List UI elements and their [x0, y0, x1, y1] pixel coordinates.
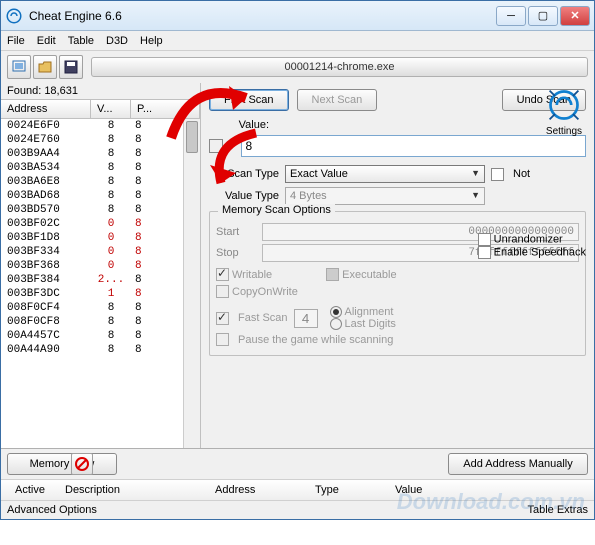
- found-bar: Found: 18,631: [1, 83, 200, 99]
- col-description[interactable]: Description: [57, 482, 207, 498]
- table-row[interactable]: 003BD57088: [1, 203, 200, 217]
- alignment-radio[interactable]: [330, 306, 342, 318]
- table-row[interactable]: 003BA53488: [1, 161, 200, 175]
- col-type[interactable]: Type: [307, 482, 387, 498]
- window-title: Cheat Engine 6.6: [29, 9, 496, 23]
- results-header: Address V... P...: [1, 99, 200, 119]
- pause-label: Pause the game while scanning: [238, 334, 393, 346]
- table-row[interactable]: 003BF36808: [1, 259, 200, 273]
- table-row[interactable]: 0024E76088: [1, 133, 200, 147]
- bottom-pane: Memory view Add Address Manually Active …: [1, 448, 594, 519]
- scan-type-label: Scan Type: [209, 168, 279, 180]
- col-value[interactable]: V...: [91, 100, 131, 118]
- menu-d3d[interactable]: D3D: [106, 35, 128, 47]
- col-address2[interactable]: Address: [207, 482, 307, 498]
- lastdigits-radio[interactable]: [330, 318, 342, 330]
- writable-checkbox[interactable]: [216, 268, 229, 281]
- scrollbar[interactable]: [183, 119, 200, 448]
- unrandomizer-checkbox[interactable]: [478, 233, 491, 246]
- value-label: Value:: [209, 119, 269, 131]
- open-button[interactable]: [33, 55, 57, 79]
- col-active[interactable]: Active: [7, 482, 57, 498]
- add-address-button[interactable]: Add Address Manually: [448, 453, 588, 475]
- value-type-label: Value Type: [209, 190, 279, 202]
- col-address[interactable]: Address: [1, 100, 91, 118]
- titlebar: Cheat Engine 6.6 ─ ▢ ✕: [1, 1, 594, 31]
- close-button[interactable]: ✕: [560, 6, 590, 26]
- table-row[interactable]: 003BAD6888: [1, 189, 200, 203]
- executable-checkbox[interactable]: [326, 268, 339, 281]
- hex-label: x: [227, 140, 233, 152]
- table-extras-button[interactable]: Table Extras: [527, 504, 588, 516]
- table-row[interactable]: 00A44A9088: [1, 343, 200, 357]
- start-label: Start: [216, 226, 256, 238]
- table-row[interactable]: 003BF3DC18: [1, 287, 200, 301]
- writable-label: Writable: [232, 269, 272, 281]
- scan-type-combo[interactable]: Exact Value: [285, 165, 485, 183]
- lastdigits-label: Last Digits: [345, 318, 396, 330]
- settings-logo[interactable]: Settings: [542, 87, 586, 137]
- table-row[interactable]: 008F0CF488: [1, 301, 200, 315]
- found-label: Found:: [7, 85, 41, 97]
- app-icon: [5, 7, 23, 25]
- toolbar: 00001214-chrome.exe: [1, 51, 594, 83]
- executable-label: Executable: [342, 269, 396, 281]
- not-checkbox[interactable]: [491, 168, 504, 181]
- table-row[interactable]: 003BF3842...8: [1, 273, 200, 287]
- save-button[interactable]: [59, 55, 83, 79]
- table-row[interactable]: 003BF33408: [1, 245, 200, 259]
- menu-file[interactable]: File: [7, 35, 25, 47]
- hex-checkbox[interactable]: [209, 139, 223, 153]
- stop-label: Stop: [216, 247, 256, 259]
- alignment-label: Alignment: [345, 306, 394, 318]
- value-type-combo[interactable]: 4 Bytes: [285, 187, 485, 205]
- memscan-legend: Memory Scan Options: [218, 204, 335, 216]
- menubar: File Edit Table D3D Help: [1, 31, 594, 51]
- col-value2[interactable]: Value: [387, 482, 430, 498]
- fastscan-num[interactable]: [294, 309, 318, 328]
- speedhack-label: Enable Speedhack: [494, 246, 586, 258]
- table-row[interactable]: 00A4457C88: [1, 329, 200, 343]
- speedhack-checkbox[interactable]: [478, 246, 491, 259]
- next-scan-button[interactable]: Next Scan: [297, 89, 378, 111]
- results-list[interactable]: 0024E6F0880024E76088003B9AA488003BA53488…: [1, 119, 200, 448]
- copyonwrite-checkbox[interactable]: [216, 285, 229, 298]
- results-pane: Found: 18,631 Address V... P... 0024E6F0…: [1, 83, 201, 448]
- fastscan-checkbox[interactable]: [216, 312, 229, 325]
- stop-icon[interactable]: [71, 453, 93, 475]
- process-name: 00001214-chrome.exe: [284, 61, 394, 73]
- menu-edit[interactable]: Edit: [37, 35, 56, 47]
- pause-checkbox[interactable]: [216, 333, 229, 346]
- first-scan-button[interactable]: First Scan: [209, 89, 289, 111]
- menu-table[interactable]: Table: [68, 35, 94, 47]
- value-input[interactable]: [241, 135, 587, 157]
- table-row[interactable]: 0024E6F088: [1, 119, 200, 133]
- table-row[interactable]: 008F0CF888: [1, 315, 200, 329]
- settings-label: Settings: [542, 126, 586, 137]
- advanced-options-button[interactable]: Advanced Options: [7, 504, 97, 516]
- unrandomizer-label: Unrandomizer: [494, 233, 563, 245]
- scan-pane: Settings First Scan Next Scan Undo Scan …: [201, 83, 594, 448]
- process-bar[interactable]: 00001214-chrome.exe: [91, 57, 588, 77]
- minimize-button[interactable]: ─: [496, 6, 526, 26]
- fastscan-label: Fast Scan: [238, 312, 288, 324]
- table-row[interactable]: 003BF1D808: [1, 231, 200, 245]
- table-row[interactable]: 003B9AA488: [1, 147, 200, 161]
- not-label: Not: [513, 168, 530, 180]
- address-list-header: Active Description Address Type Value: [1, 479, 594, 501]
- col-previous[interactable]: P...: [131, 100, 200, 118]
- select-process-button[interactable]: [7, 55, 31, 79]
- maximize-button[interactable]: ▢: [528, 6, 558, 26]
- menu-help[interactable]: Help: [140, 35, 163, 47]
- table-row[interactable]: 003BF02C08: [1, 217, 200, 231]
- table-row[interactable]: 003BA6E888: [1, 175, 200, 189]
- found-count: 18,631: [44, 85, 78, 97]
- memory-view-button[interactable]: Memory view: [7, 453, 117, 475]
- copyonwrite-label: CopyOnWrite: [232, 286, 298, 298]
